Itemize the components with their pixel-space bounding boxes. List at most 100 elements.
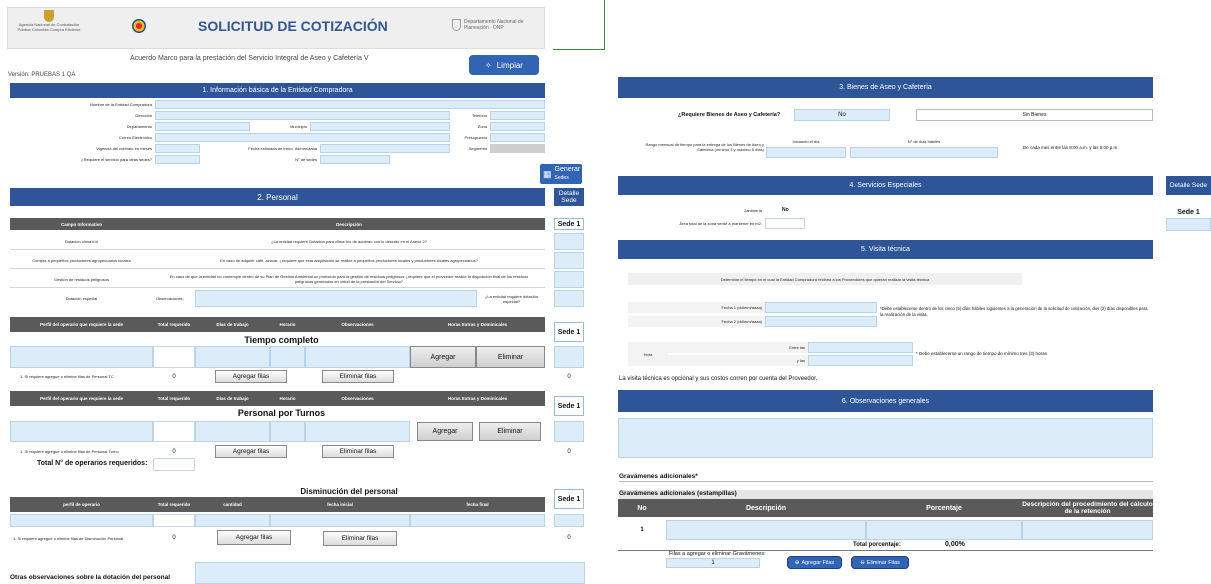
turnos-title: Personal por Turnos (237, 408, 326, 418)
s6-title: 6. Observaciones generales (618, 390, 1153, 412)
turno-eliminar-filas-button[interactable]: Eliminar filas (322, 445, 394, 458)
s4-sede-input[interactable] (1166, 218, 1211, 231)
grav-pct-input[interactable] (866, 520, 1022, 540)
dis-agregar-filas-button[interactable]: Agregar filas (217, 530, 291, 545)
s2-title: 2. Personal (10, 188, 545, 206)
grav-col-proc: Descripción del procedimiento del cálcul… (1022, 499, 1153, 517)
turno-sede-input[interactable] (554, 421, 584, 442)
turno-perfil-input[interactable] (10, 421, 153, 442)
s3-title: 3. Bienes de Aseo y Cafetería (618, 77, 1153, 98)
requiere-sedes-select[interactable] (155, 155, 200, 164)
descripcion-header: Descripción (153, 218, 545, 230)
tc-head-perfil: Perfil del operario que requiere la sede (10, 317, 153, 332)
n-sedes-input[interactable] (320, 155, 390, 164)
residuos-select[interactable] (554, 271, 584, 288)
agregar-filas-grav-button[interactable]: ⊕ Agregar Filas (787, 556, 842, 569)
s1-title: 1. Información básica de la Entidad Comp… (10, 83, 545, 98)
municipio-select[interactable] (310, 122, 450, 131)
dis-head-perfil: perfil de operario (10, 497, 153, 512)
telefono-input[interactable] (490, 111, 545, 120)
turno-agregar-button[interactable]: Agregar (417, 422, 473, 441)
grav-desc-input[interactable] (666, 520, 866, 540)
fecha1-input[interactable] (765, 302, 877, 313)
turno-horario-input[interactable] (270, 421, 305, 442)
plus-circle-icon: ⊕ (794, 559, 800, 566)
dis-eliminar-filas-button[interactable]: Eliminar filas (323, 531, 397, 546)
turno-sede1: Sede 1 (554, 396, 584, 416)
dis-head-ff: fecha final (410, 497, 545, 512)
tc-agregar-filas-button[interactable]: Agregar filas (215, 370, 287, 383)
zona-select[interactable] (490, 122, 545, 131)
grav-col-no: No (618, 499, 666, 517)
subtitle: Acuerdo Marco para la prestación del Ser… (130, 55, 369, 62)
area-input[interactable] (765, 218, 805, 229)
observaciones-generales-input[interactable] (618, 418, 1153, 458)
turno-dias-input[interactable] (195, 421, 270, 442)
otras-obs-label: Otras observaciones sobre la dotación de… (10, 574, 171, 581)
correo-input[interactable] (155, 133, 450, 142)
tc-perfil-input[interactable] (10, 346, 153, 368)
dis-sede-input[interactable] (554, 514, 584, 527)
hora-yla-input[interactable] (808, 355, 913, 366)
dotacion-obs-input[interactable] (195, 290, 477, 307)
agency-logo: Agencia Nacional de Contratación Pública… (14, 10, 84, 46)
minus-circle-icon: ⊖ (860, 559, 865, 566)
eliminar-filas-grav-button[interactable]: ⊖ Eliminar Filas (851, 556, 909, 569)
tc-head-horario: Horario (270, 317, 305, 332)
tc-head-dias: Días de trabajo (195, 317, 270, 332)
presupuesto-input[interactable] (490, 133, 545, 142)
tc-head-obs: Observaciones (305, 317, 410, 332)
fecha2-input[interactable] (765, 316, 877, 327)
fecha-inicio-input[interactable] (320, 144, 450, 153)
tc-eliminar-filas-button[interactable]: Eliminar filas (322, 370, 394, 383)
limpiar-button[interactable]: ✧ Limpiar (469, 55, 539, 75)
total-porcentaje: 0,00% (945, 541, 965, 548)
s2-detalle-sede: Detalle Sede (554, 188, 584, 206)
dotacion-frio-select[interactable] (554, 233, 584, 250)
emblem-icon (132, 19, 146, 33)
filas-grav-input[interactable]: 1 (666, 558, 760, 568)
n-dias-input[interactable] (850, 147, 998, 158)
turno-head-obs: Observaciones (305, 391, 410, 406)
departamento-select[interactable] (155, 122, 250, 131)
generar-sedes-button[interactable]: ▦ Generar Sedes (540, 164, 582, 184)
direccion-input[interactable] (155, 111, 450, 120)
turno-obs-input[interactable] (305, 421, 410, 442)
tc-obs-input[interactable] (305, 346, 410, 368)
s4-detalle: Detalle Sede (1166, 176, 1211, 195)
dis-sede1: Sede 1 (554, 489, 584, 509)
dis-cantidad-input[interactable] (195, 514, 270, 527)
s4-title: 4. Servicios Especiales (618, 176, 1153, 195)
turno-agregar-filas-button[interactable]: Agregar filas (215, 445, 287, 458)
tc-dias-input[interactable] (195, 346, 270, 368)
disminucion-title: Disminución del personal (300, 486, 398, 496)
tc-sede1: Sede 1 (554, 322, 584, 342)
grav-proc-input[interactable] (1022, 520, 1153, 540)
s1-form: Nombre de la Entidad Compradora Direcció… (10, 100, 545, 175)
dotacion-especial-select[interactable] (554, 290, 584, 307)
turno-eliminar-button[interactable]: Eliminar (479, 422, 541, 441)
tc-agregar-button[interactable]: Agregar (410, 346, 476, 368)
grav-col-desc: Descripción (666, 499, 866, 517)
tc-horario-input[interactable] (270, 346, 305, 368)
s4-sede1: Sede 1 (1166, 206, 1211, 218)
tc-eliminar-button[interactable]: Eliminar (476, 346, 545, 368)
nombre-input[interactable] (155, 100, 545, 109)
sede1-label: Sede 1 (554, 218, 584, 230)
dis-perfil-input[interactable] (10, 514, 153, 527)
tc-sede-input[interactable] (554, 346, 584, 368)
iniciando-dia-input[interactable] (766, 147, 846, 158)
s3-requiere-select[interactable]: No (794, 109, 890, 121)
dis-fi-input[interactable] (270, 514, 410, 527)
vigencia-input[interactable] (155, 144, 200, 153)
hora-entre-input[interactable] (808, 342, 913, 353)
page-title: SOLICITUD DE COTIZACIÓN (198, 18, 388, 34)
broom-icon: ✧ (485, 60, 492, 70)
otras-obs-input[interactable] (195, 562, 585, 584)
dis-head-fi: fecha inicial (270, 497, 410, 512)
pequenos-productores-select[interactable] (554, 252, 584, 269)
dis-head-cantidad: cantidad (195, 497, 270, 512)
version: Versión: PRUEBAS 1 QA (8, 72, 76, 78)
dis-ff-input[interactable] (410, 514, 545, 527)
turno-head-perfil: Perfil del operario que requiere la sede (10, 391, 153, 406)
